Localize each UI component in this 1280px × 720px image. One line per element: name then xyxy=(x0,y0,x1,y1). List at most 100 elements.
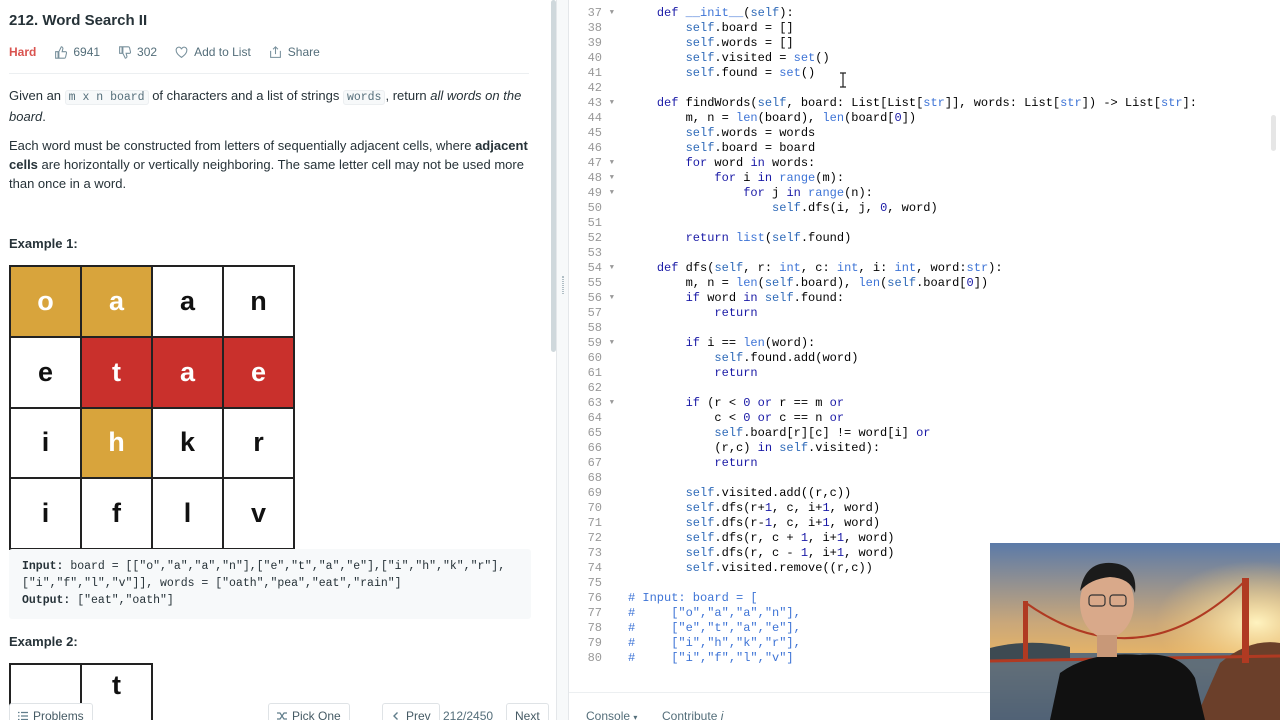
line-number: 43 ▼ xyxy=(587,96,614,111)
board-cell: v xyxy=(224,479,293,548)
like-button[interactable]: 6941 xyxy=(54,45,100,59)
list-icon xyxy=(18,711,28,720)
drag-handle-icon[interactable] xyxy=(562,276,564,294)
code-line[interactable]: if word in self.found: xyxy=(628,291,844,306)
code-line[interactable]: for word in words: xyxy=(628,156,816,171)
dislike-button[interactable]: 302 xyxy=(118,45,157,59)
code-line[interactable]: # Input: board = [ xyxy=(628,591,758,606)
code-line[interactable]: for j in range(n): xyxy=(628,186,873,201)
board-cell: e xyxy=(224,337,293,407)
code-line[interactable]: return list(self.found) xyxy=(628,231,852,246)
line-number: 65 xyxy=(587,426,602,440)
code-line[interactable]: c < 0 or c == n or xyxy=(628,411,844,426)
code-line[interactable]: for i in range(m): xyxy=(628,171,844,186)
line-number: 54 ▼ xyxy=(587,261,614,276)
line-number: 58 xyxy=(587,321,602,335)
code-line[interactable]: self.visited = set() xyxy=(628,51,830,66)
editor-scrollbar[interactable] xyxy=(1271,115,1276,151)
code-line[interactable]: self.visited.add((r,c)) xyxy=(628,486,852,501)
code-line[interactable]: if (r < 0 or r == m or xyxy=(628,396,844,411)
code-line[interactable]: # ["o","a","a","n"], xyxy=(628,606,801,621)
code-line[interactable]: return xyxy=(628,456,757,471)
fold-arrow-icon[interactable]: ▼ xyxy=(610,336,614,351)
contribute-tab[interactable]: Contribute i xyxy=(662,709,723,720)
fold-arrow-icon[interactable]: ▼ xyxy=(610,291,614,306)
code-line[interactable]: (r,c) in self.visited): xyxy=(628,441,880,456)
fold-arrow-icon[interactable]: ▼ xyxy=(610,261,614,276)
line-number: 72 xyxy=(587,531,602,545)
difficulty-badge: Hard xyxy=(9,45,37,59)
board-cell: a xyxy=(153,337,222,407)
code-line[interactable]: m, n = len(self.board), len(self.board[0… xyxy=(628,276,989,291)
code-line[interactable]: self.board = [] xyxy=(628,21,794,36)
code-line[interactable]: def dfs(self, r: int, c: int, i: int, wo… xyxy=(628,261,1003,276)
code-line[interactable]: # ["i","h","k","r"], xyxy=(628,636,801,651)
caret-down-icon: ▾ xyxy=(633,713,638,720)
board-cell: n xyxy=(224,267,293,336)
line-number: 66 xyxy=(587,441,602,455)
panel-splitter[interactable] xyxy=(556,0,569,720)
console-tab[interactable]: Console ▾ xyxy=(586,709,637,720)
description-paragraph-1: Given an m x n board of characters and a… xyxy=(9,88,522,124)
line-number: 61 xyxy=(587,366,602,380)
text-cursor-icon xyxy=(840,72,846,88)
board-cell: a xyxy=(153,267,222,336)
add-to-list-button[interactable]: Add to List xyxy=(175,45,251,59)
share-icon xyxy=(269,45,281,58)
prev-button[interactable]: Prev xyxy=(382,703,440,720)
code-line[interactable]: self.visited.remove((r,c)) xyxy=(628,561,873,576)
pick-one-button[interactable]: Pick One xyxy=(268,703,350,720)
line-number: 45 xyxy=(587,126,602,140)
line-number: 76 xyxy=(587,591,602,605)
fold-arrow-icon[interactable]: ▼ xyxy=(610,156,614,171)
code-line[interactable]: self.dfs(r, c - 1, i+1, word) xyxy=(628,546,895,561)
code-line[interactable]: # ["e","t","a","e"], xyxy=(628,621,801,636)
fold-arrow-icon[interactable]: ▼ xyxy=(610,96,614,111)
code-line[interactable]: m, n = len(board), len(board[0]) xyxy=(628,111,916,126)
problem-description-panel: 212. Word Search II Hard 6941 302 Add to… xyxy=(0,0,556,720)
fold-arrow-icon[interactable]: ▼ xyxy=(610,171,614,186)
code-line[interactable]: self.found = set() xyxy=(628,66,816,81)
fold-arrow-icon[interactable]: ▼ xyxy=(610,396,614,411)
problems-button[interactable]: Problems xyxy=(9,703,93,720)
code-line[interactable]: self.dfs(i, j, 0, word) xyxy=(628,201,938,216)
board-cell: t xyxy=(82,337,151,407)
line-number: 79 xyxy=(587,636,602,650)
code-line[interactable]: self.board[r][c] != word[i] or xyxy=(628,426,930,441)
line-number: 56 ▼ xyxy=(587,291,614,306)
code-line[interactable]: return xyxy=(628,306,757,321)
line-number: 77 xyxy=(587,606,602,620)
problem-counter: 212/2450 xyxy=(443,709,494,720)
line-number: 73 xyxy=(587,546,602,560)
thumbs-up-icon xyxy=(55,45,68,59)
code-line[interactable]: return xyxy=(628,366,757,381)
line-number: 68 xyxy=(587,471,602,485)
code-line[interactable]: self.found.add(word) xyxy=(628,351,858,366)
board-cell: h xyxy=(82,408,151,478)
code-line[interactable]: def findWords(self, board: List[List[str… xyxy=(628,96,1197,111)
line-number: 53 xyxy=(587,246,602,260)
board-cell: f xyxy=(82,479,151,548)
fold-arrow-icon[interactable]: ▼ xyxy=(610,186,614,201)
code-line[interactable]: self.words = words xyxy=(628,126,816,141)
code-line[interactable]: self.dfs(r, c + 1, i+1, word) xyxy=(628,531,895,546)
code-line[interactable]: if i == len(word): xyxy=(628,336,816,351)
line-number: 50 xyxy=(587,201,602,215)
code-line[interactable]: def __init__(self): xyxy=(628,6,794,21)
webcam-video-overlay xyxy=(990,543,1280,720)
problem-meta-row: Hard 6941 302 Add to List Share xyxy=(9,43,338,61)
line-number: 55 xyxy=(587,276,602,290)
line-number: 57 xyxy=(587,306,602,320)
code-line[interactable]: self.words = [] xyxy=(628,36,794,51)
fold-arrow-icon[interactable]: ▼ xyxy=(610,6,614,21)
code-line[interactable]: self.board = board xyxy=(628,141,816,156)
code-line[interactable]: self.dfs(r+1, c, i+1, word) xyxy=(628,501,880,516)
line-number-gutter: 37 ▼ 38 39 40 41 42 43 ▼ 44 45 46 47 ▼ 48 ▼ 49 ▼ 50 51 52 53 5… xyxy=(569,0,619,692)
board-cell: l xyxy=(153,479,222,548)
line-number: 80 xyxy=(587,651,602,665)
code-line[interactable]: self.dfs(r-1, c, i+1, word) xyxy=(628,516,880,531)
code-line[interactable]: # ["i","f","l","v"] xyxy=(628,651,794,666)
board-cell: r xyxy=(224,408,293,478)
next-button[interactable]: Next xyxy=(506,703,549,720)
share-button[interactable]: Share xyxy=(269,45,320,59)
